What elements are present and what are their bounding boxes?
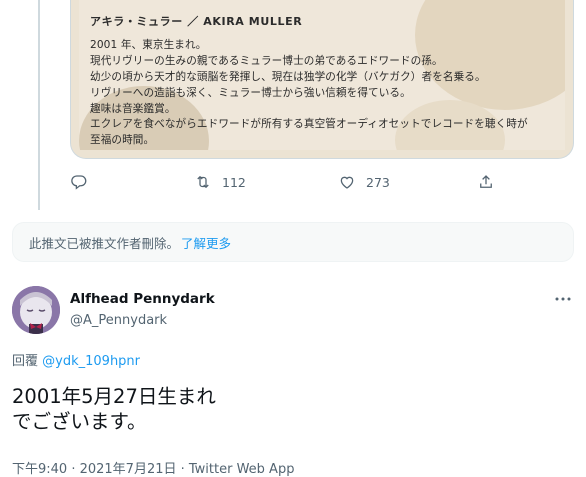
avatar[interactable] xyxy=(12,286,60,334)
deleted-tweet-notice: 此推文已被推文作者刪除。 了解更多 xyxy=(12,222,574,262)
heart-icon xyxy=(340,176,354,189)
like-button[interactable]: 273 xyxy=(338,173,390,191)
user-handle[interactable]: @A_Pennydark xyxy=(70,313,215,328)
reply-button[interactable] xyxy=(70,173,88,191)
replying-label: 回覆 xyxy=(12,354,39,369)
retweet-count: 112 xyxy=(222,174,246,190)
tweet-action-bar: 112 273 xyxy=(66,173,496,195)
profile-line: 現代リヴリーの生みの親であるミュラー博士の弟であるエドワードの孫。 xyxy=(90,54,443,67)
user-info[interactable]: Alfhead Pennydark @A_Pennydark xyxy=(70,291,215,328)
profile-line: リヴリーへの造詣も深く、ミュラー博士から強い信頼を得ている。 xyxy=(90,86,411,99)
share-icon xyxy=(480,175,492,188)
profile-line: 趣味は音楽鑑賞。 xyxy=(90,102,176,115)
display-name[interactable]: Alfhead Pennydark xyxy=(70,291,215,307)
retweet-button[interactable]: 112 xyxy=(194,173,246,191)
profile-text-block: アキラ・ミュラー ／ AKIRA MULLER 2001 年、東京生まれ。 現代… xyxy=(90,14,560,149)
avatar-image xyxy=(12,286,60,334)
tweet-body: 2001年5月27日生まれ でございます。 xyxy=(12,384,216,434)
tweet-timestamp[interactable]: 下午9:40 · 2021年7月21日 · Twitter Web App xyxy=(12,458,294,477)
mention-link[interactable]: @ydk_109hpnr xyxy=(42,354,140,369)
learn-more-link[interactable]: 了解更多 xyxy=(181,233,231,252)
profile-line: エクレアを食べながらエドワードが所有する真空管オーディオセットでレコードを聴く時… xyxy=(90,118,528,131)
profile-line: 2001 年、東京生まれ。 xyxy=(90,38,207,51)
like-count: 273 xyxy=(366,174,390,190)
reply-icon xyxy=(71,175,87,190)
tweet-body-line: でございます。 xyxy=(12,410,147,433)
tweet-body-line: 2001年5月27日生まれ xyxy=(12,385,216,408)
retweet-icon xyxy=(197,175,209,189)
profile-line: 至福の時間。 xyxy=(90,134,155,147)
share-button[interactable] xyxy=(477,173,495,191)
tweet-media-card[interactable]: アキラ・ミュラー ／ AKIRA MULLER 2001 年、東京生まれ。 現代… xyxy=(70,0,574,159)
profile-image: アキラ・ミュラー ／ AKIRA MULLER 2001 年、東京生まれ。 現代… xyxy=(79,0,565,150)
profile-line: 幼少の頃から天才的な頭脳を発揮し、現在は独学の化学（バケガク）者を名乗る。 xyxy=(90,70,486,83)
thread-connector-line xyxy=(38,0,40,210)
more-options-icon[interactable] xyxy=(554,292,572,306)
profile-name: アキラ・ミュラー ／ AKIRA MULLER xyxy=(90,15,303,28)
notice-text: 此推文已被推文作者刪除。 xyxy=(29,235,180,251)
replying-to: 回覆 @ydk_109hpnr xyxy=(12,350,140,369)
